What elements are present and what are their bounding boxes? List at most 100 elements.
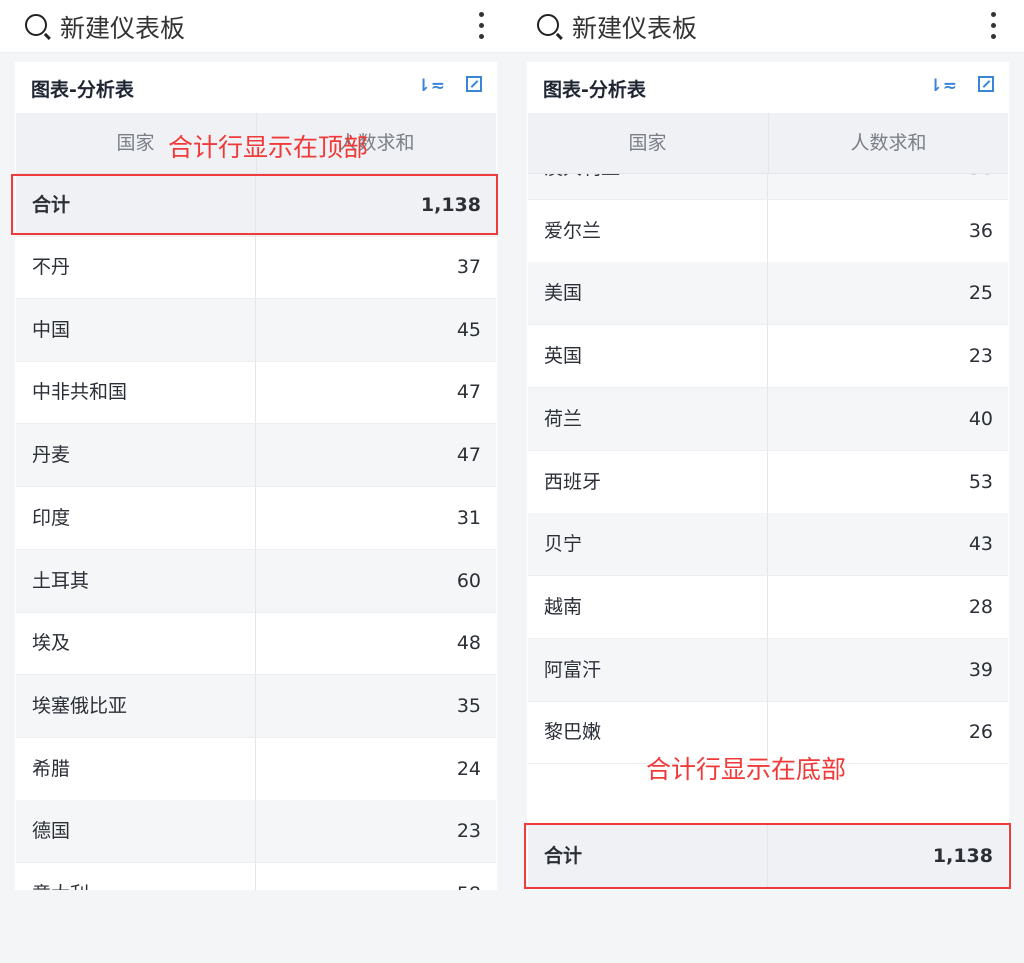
table-header: 国家 人数求和 bbox=[528, 113, 1008, 174]
table-row[interactable]: 英国 23 bbox=[528, 325, 1008, 389]
cell-value: 45 bbox=[456, 318, 481, 341]
column-divider bbox=[767, 450, 768, 513]
table-row[interactable]: 印度 31 bbox=[16, 486, 496, 550]
column-divider bbox=[255, 361, 256, 424]
cell-value: 28 bbox=[968, 595, 993, 618]
card-title: 图表-分析表 bbox=[31, 79, 134, 101]
cell-country: 希腊 bbox=[32, 757, 71, 780]
column-divider bbox=[255, 236, 256, 298]
cell-country: 西班牙 bbox=[544, 470, 602, 493]
column-header-country[interactable]: 国家 bbox=[528, 113, 767, 173]
table-row[interactable]: 中国 45 bbox=[16, 298, 496, 362]
app-title: 新建仪表板 bbox=[572, 14, 698, 43]
column-divider bbox=[255, 486, 256, 549]
table-row[interactable]: 德国 23 bbox=[16, 800, 496, 864]
annotation-total-bottom: 合计行显示在底部 bbox=[646, 755, 847, 784]
cell-country: 荷兰 bbox=[544, 407, 583, 430]
highlight-box bbox=[524, 823, 1011, 889]
cell-country: 中国 bbox=[32, 318, 71, 341]
cell-country: 美国 bbox=[544, 282, 583, 305]
column-divider bbox=[767, 325, 768, 388]
search-icon[interactable] bbox=[537, 14, 559, 36]
cell-value: 39 bbox=[968, 658, 993, 681]
right-panel: 新建仪表板 图表-分析表 ⇂≂ 国家 人数求和 泰国 44 澳大利亚 30 爱尔… bbox=[512, 0, 1024, 963]
table-row[interactable]: 越南 28 bbox=[528, 575, 1008, 639]
column-divider bbox=[767, 575, 768, 638]
column-divider bbox=[767, 387, 768, 450]
search-icon[interactable] bbox=[25, 14, 47, 36]
sort-icon[interactable]: ⇂≂ bbox=[417, 76, 446, 96]
cell-value: 53 bbox=[968, 470, 993, 493]
top-bar: 新建仪表板 bbox=[512, 0, 1024, 53]
cell-value: 47 bbox=[456, 381, 481, 404]
cell-country: 贝宁 bbox=[544, 533, 583, 556]
cell-value: 36 bbox=[968, 219, 993, 242]
column-divider bbox=[255, 298, 256, 361]
app-title: 新建仪表板 bbox=[60, 14, 186, 43]
highlight-box bbox=[11, 174, 498, 235]
top-bar: 新建仪表板 bbox=[0, 0, 512, 53]
table-row[interactable]: 荷兰 40 bbox=[528, 387, 1008, 451]
cell-value: 24 bbox=[456, 757, 481, 780]
cell-country: 丹麦 bbox=[32, 444, 71, 467]
more-vertical-icon[interactable] bbox=[991, 12, 996, 45]
table-row[interactable]: 土耳其 60 bbox=[16, 549, 496, 613]
cell-value: 23 bbox=[968, 345, 993, 368]
column-divider bbox=[255, 424, 256, 487]
column-divider bbox=[255, 800, 256, 863]
column-divider bbox=[767, 638, 768, 701]
cell-value: 58 bbox=[457, 863, 481, 890]
cell-country: 德国 bbox=[32, 820, 71, 843]
cell-value: 48 bbox=[456, 632, 481, 655]
cell-value: 47 bbox=[456, 444, 481, 467]
column-divider bbox=[255, 863, 256, 890]
expand-icon[interactable] bbox=[466, 76, 482, 92]
cell-value: 60 bbox=[456, 569, 481, 592]
cell-country: 不丹 bbox=[32, 256, 71, 278]
column-divider bbox=[255, 612, 256, 675]
cell-country: 埃及 bbox=[32, 632, 71, 655]
table-row[interactable]: 不丹 37 bbox=[16, 236, 496, 299]
cell-country: 黎巴嫩 bbox=[544, 721, 602, 744]
cell-value: 43 bbox=[968, 533, 993, 556]
column-header-count-sum[interactable]: 人数求和 bbox=[768, 113, 1008, 173]
column-divider bbox=[255, 674, 256, 737]
table-row[interactable]: 埃及 48 bbox=[16, 612, 496, 676]
table-row[interactable]: 西班牙 53 bbox=[528, 450, 1008, 514]
cell-country: 越南 bbox=[544, 595, 583, 618]
cell-value: 25 bbox=[968, 282, 993, 305]
table-row[interactable]: 美国 25 bbox=[528, 262, 1008, 326]
cell-country: 埃塞俄比亚 bbox=[32, 694, 128, 717]
cell-country: 中非共和国 bbox=[32, 381, 128, 404]
cell-value: 40 bbox=[968, 407, 993, 430]
column-divider bbox=[255, 549, 256, 612]
column-divider bbox=[767, 513, 768, 576]
cell-value: 23 bbox=[456, 820, 481, 843]
cell-value: 31 bbox=[456, 506, 481, 529]
column-divider bbox=[255, 737, 256, 800]
table-row[interactable]: 爱尔兰 36 bbox=[528, 199, 1008, 263]
cell-country: 土耳其 bbox=[32, 569, 90, 592]
table-row[interactable]: 希腊 24 bbox=[16, 737, 496, 801]
cell-country: 意大利 bbox=[32, 863, 89, 890]
cell-value: 35 bbox=[456, 694, 481, 717]
cell-country: 爱尔兰 bbox=[544, 219, 602, 242]
card-title: 图表-分析表 bbox=[543, 79, 646, 101]
table-row[interactable]: 埃塞俄比亚 35 bbox=[16, 674, 496, 738]
table-row[interactable]: 丹麦 47 bbox=[16, 424, 496, 488]
expand-icon[interactable] bbox=[978, 76, 994, 92]
table-row[interactable]: 阿富汗 39 bbox=[528, 638, 1008, 702]
annotation-total-top: 合计行显示在顶部 bbox=[168, 133, 369, 162]
cell-country: 英国 bbox=[544, 345, 583, 368]
cell-value: 26 bbox=[968, 721, 993, 744]
more-vertical-icon[interactable] bbox=[479, 12, 484, 45]
cell-country: 印度 bbox=[32, 506, 71, 529]
column-divider bbox=[767, 199, 768, 262]
column-divider bbox=[767, 262, 768, 325]
sort-icon[interactable]: ⇂≂ bbox=[929, 76, 958, 96]
table-row[interactable]: 意大利 58 bbox=[16, 863, 496, 890]
cell-country: 阿富汗 bbox=[544, 658, 602, 681]
table-row[interactable]: 中非共和国 47 bbox=[16, 361, 496, 425]
table-row[interactable]: 贝宁 43 bbox=[528, 513, 1008, 577]
cell-value: 37 bbox=[456, 256, 481, 278]
